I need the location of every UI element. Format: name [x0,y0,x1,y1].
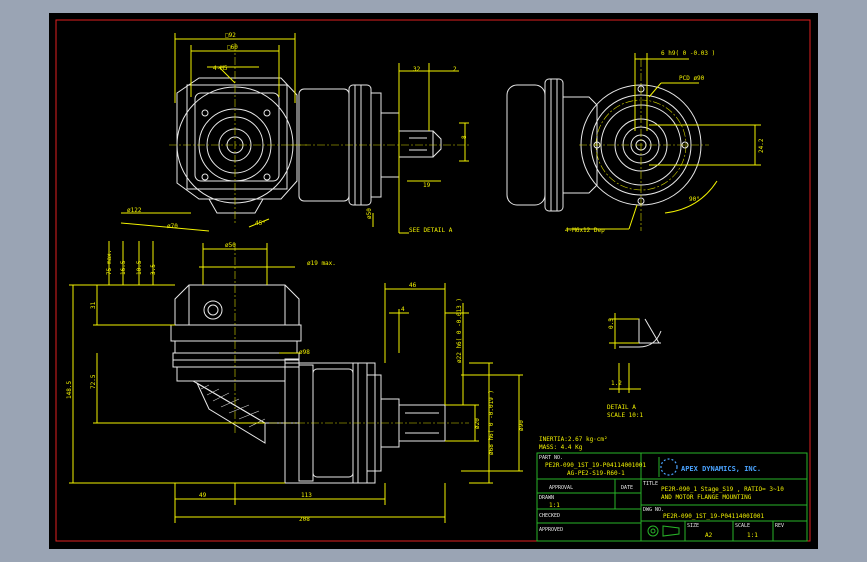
dim-113: 113 [301,492,312,499]
size-label: SIZE [687,523,699,529]
dim-98: ø98 [299,349,310,356]
dwg-number: PE2R-090_1ST_19-P0411400I001 [663,513,765,520]
inertia-text: INERTIA:2.67 kg·cm² [539,436,608,443]
dim-72-5: 72.5 [90,374,97,389]
date-label: DATE [621,485,633,491]
dim-8: 8 [461,135,468,139]
approved-label: APPROVED [539,527,563,533]
dim-3-5: 3.5 [150,264,157,275]
dim-2: 2 [453,66,457,73]
dwg-label: DWG NO. [643,507,664,513]
drawing-frame [55,19,811,542]
dim-45deg: 45° [255,220,266,227]
part-no-1: PE2R-090_1ST_19-P04114001001 [545,462,647,469]
dim-32: 32 [413,66,421,73]
dim-24-2: 24.2 [758,138,765,153]
checked-label: CHECKED [539,513,560,519]
top-left-view [120,33,469,234]
dim-m6: 4-M6x12 Dep [565,227,605,234]
title-label: TITLE [643,481,658,487]
title-line-2: AND MOTOR FLANGE MOUNTING [661,494,752,501]
company-name: APEX DYNAMICS, INC. [681,465,761,473]
dim-19max: ø19 max. [307,260,336,267]
dim-46: 46 [409,282,417,289]
cad-drawing: □92 □60 4-M5 32 2 8 19 ø122 ø70 45° ø50 … [55,19,811,542]
dim-pcd90: PCD ø90 [679,75,705,82]
approval-label: APPROVAL [549,485,573,491]
dim-75max: 75 max. [106,250,113,275]
dim-16-5: 16.5 [120,260,127,275]
dim-148-5: 148.5 [66,381,73,399]
dim-19: 19 [423,182,431,189]
detail-a-label: DETAIL A [607,404,636,411]
scale-value: 1:1 [747,532,758,539]
scale-label: SCALE [735,523,750,529]
dim-22h6: ø22 h6( 0 -0.013 ) [456,298,463,363]
mass-text: MASS: 4.4 Kg [539,444,583,451]
dim-20: ø20 [474,418,481,429]
projection-symbol [647,525,659,537]
part-no-label: PART NO. [539,455,563,461]
part-no-2: AG-PE2-S19-R60-1 [567,470,625,477]
drawing-viewport[interactable]: □92 □60 4-M5 32 2 8 19 ø122 ø70 45° ø50 … [49,13,818,549]
dim-10-5: 10.5 [136,260,143,275]
size-value: A2 [705,532,713,539]
dim-sq60: □60 [227,44,238,51]
dim-208: 208 [299,516,310,523]
drawn-label: DRAWN [539,495,554,501]
dim-70: ø70 [167,223,178,230]
rev-label: REV [775,523,784,529]
dim-sq92: □92 [225,32,236,39]
dim-90deg: 90° [689,196,700,203]
dim-50b: ø50 [225,242,236,249]
title-line-1: PE2R-090_1 Stage_S19 , RATIO= 3~10 [661,486,784,493]
drawn-value: 1:1 [549,502,560,509]
dim-90: ø90 [518,420,525,431]
dim-49: 49 [199,492,207,499]
dim-6h9: 6 h9( 0 -0.03 ) [661,50,715,57]
dim-31: 31 [90,301,97,309]
company-logo [660,458,678,476]
dim-1-2: 1.2 [611,380,622,387]
see-detail-a: SEE DETAIL A [409,227,453,234]
dim-68h6: ø68 h6( 0 -0.019 ) [488,390,495,455]
dim-m5: 4-M5 [213,65,228,72]
dim-50: ø50 [366,208,373,219]
dim-4: 4 [401,306,405,313]
bottom-view [69,241,523,523]
dim-0-5: 0.5 [608,318,615,329]
dim-122: ø122 [127,207,142,214]
top-right-view [506,53,761,231]
detail-a-scale: SCALE 10:1 [607,412,644,419]
